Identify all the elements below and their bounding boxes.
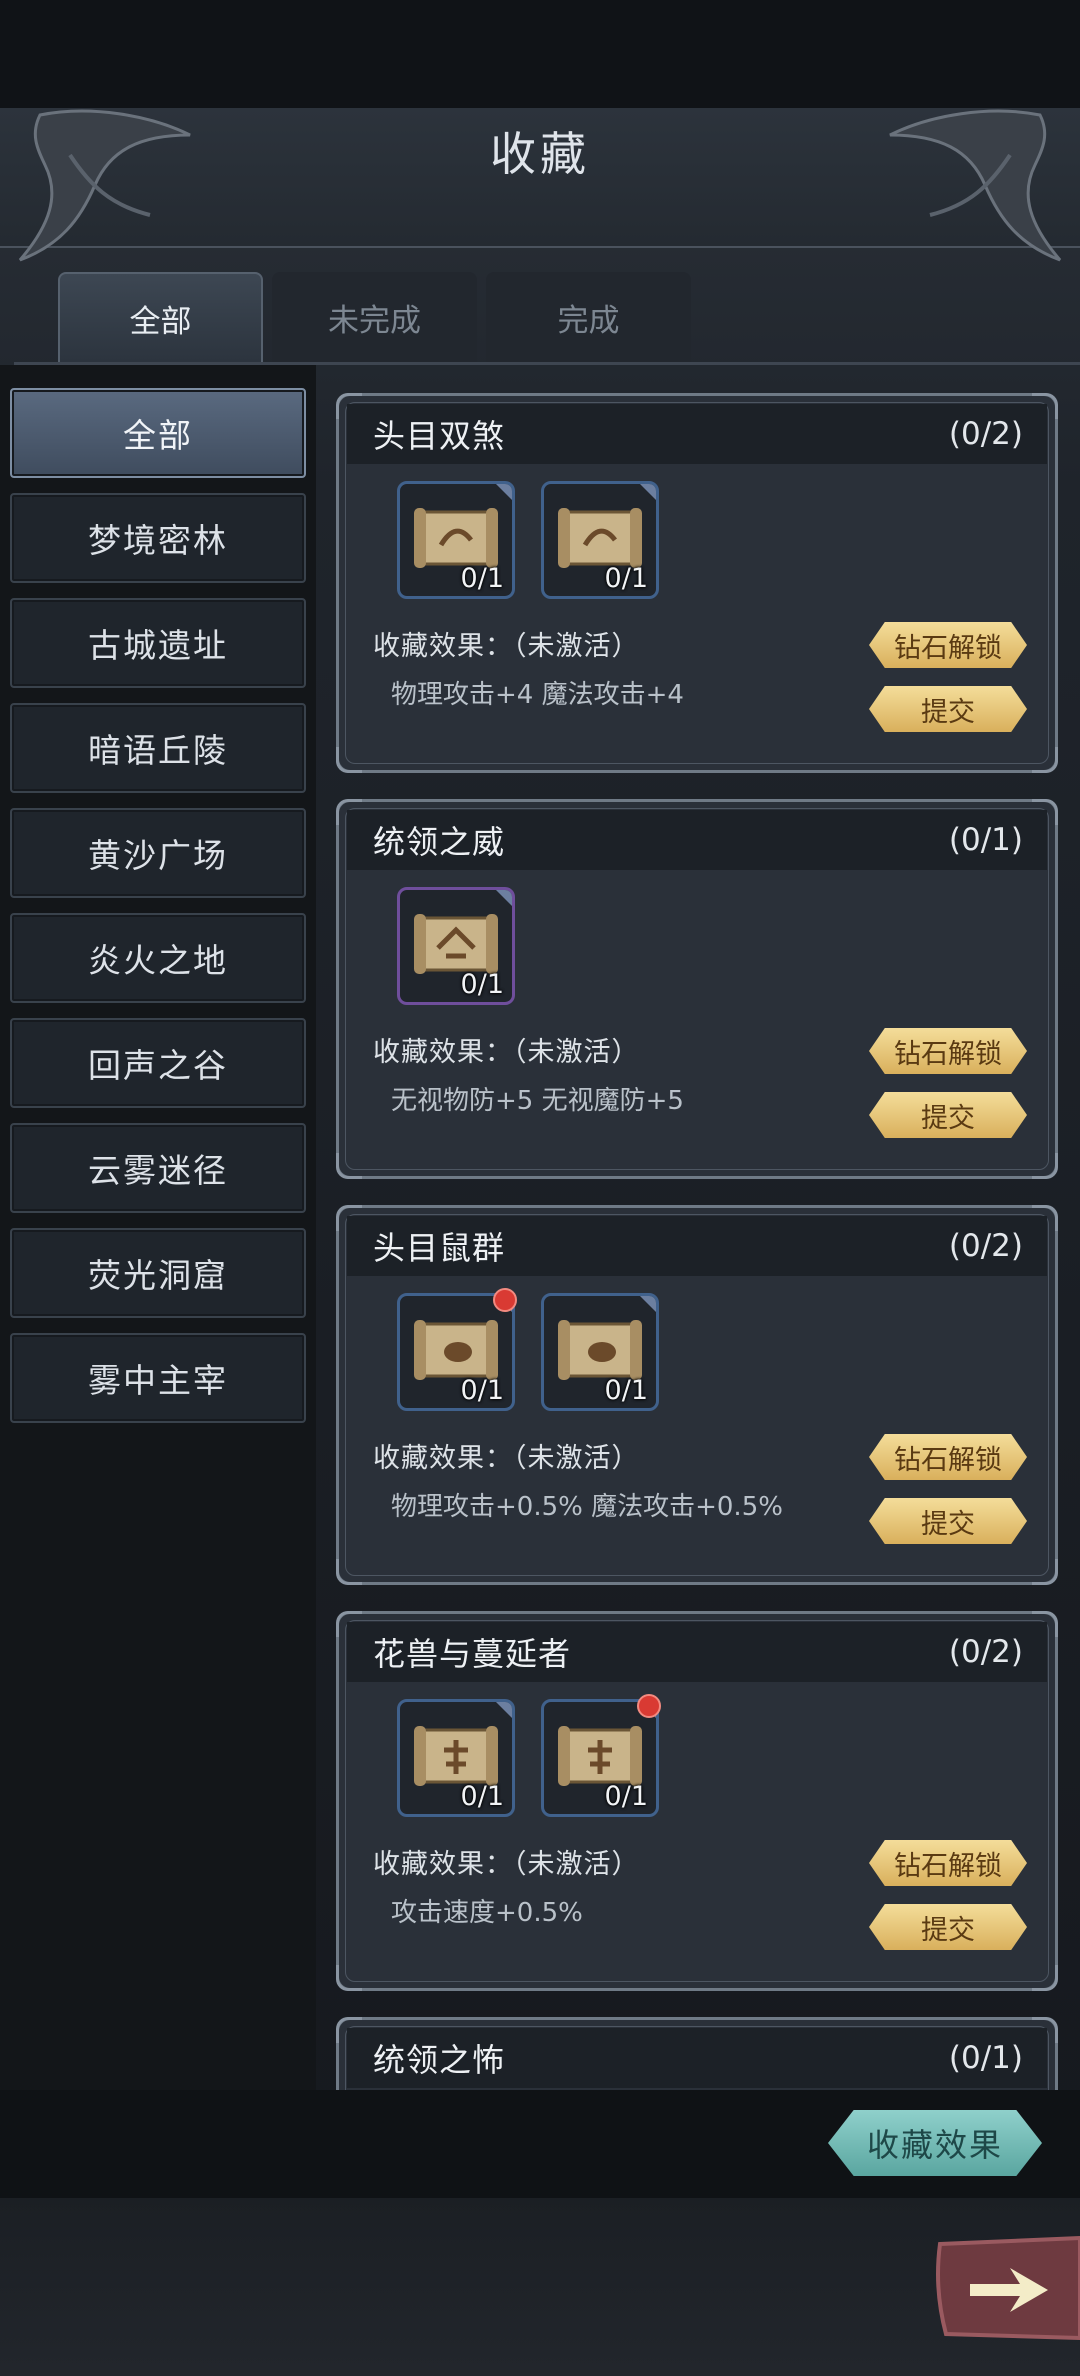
effect-status: 收藏效果：（未激活）: [373, 1443, 640, 1474]
item-slot[interactable]: 0/1: [541, 481, 659, 599]
item-count: 0/1: [460, 1375, 504, 1406]
tab-all[interactable]: 全部: [58, 272, 263, 362]
button-label: 提交: [921, 1914, 975, 1946]
button-label: 提交: [921, 696, 975, 728]
card-title: 花兽与蔓延者: [373, 1635, 572, 1673]
card-header: 头目双煞 (0/2): [347, 404, 1047, 464]
effect-status: 收藏效果：（未激活）: [373, 1849, 640, 1880]
sidebar-item-all[interactable]: 全部: [10, 388, 306, 478]
submit-button[interactable]: 提交: [869, 1092, 1027, 1138]
submit-button[interactable]: 提交: [869, 1904, 1027, 1950]
diamond-unlock-button[interactable]: 钻石解锁: [869, 622, 1027, 668]
item-slot[interactable]: 0/1: [397, 1293, 515, 1411]
sidebar-item-flame-land[interactable]: 炎火之地: [10, 913, 306, 1003]
button-label: 钻石解锁: [894, 1038, 1002, 1070]
item-count: 0/1: [460, 563, 504, 594]
item-count: 0/1: [604, 1375, 648, 1406]
item-slot[interactable]: 0/1: [397, 887, 515, 1005]
tab-incomplete[interactable]: 未完成: [272, 272, 477, 362]
item-count: 0/1: [604, 1781, 648, 1812]
sidebar-item-fog-lord[interactable]: 雾中主宰: [10, 1333, 306, 1423]
arrow-right-icon[interactable]: [930, 2234, 1080, 2344]
submit-button[interactable]: 提交: [869, 1498, 1027, 1544]
card-progress: (0/2): [948, 1228, 1023, 1264]
page-title: 收藏: [490, 127, 590, 181]
collection-card: 花兽与蔓延者 (0/2) 0/1 0/1 收藏效果：（未激活） 攻击速度+0.5…: [336, 1611, 1058, 1991]
sidebar-item-mist-path[interactable]: 云雾迷径: [10, 1123, 306, 1213]
button-label: 钻石解锁: [894, 632, 1002, 664]
card-header: 头目鼠群 (0/2): [347, 1216, 1047, 1276]
sidebar-item-glow-cave[interactable]: 荧光洞窟: [10, 1228, 306, 1318]
sidebar-item-whisper-hills[interactable]: 暗语丘陵: [10, 703, 306, 793]
item-slot[interactable]: 0/1: [541, 1699, 659, 1817]
effect-status: 收藏效果：（未激活）: [373, 1037, 640, 1068]
card-progress: (0/2): [948, 1634, 1023, 1670]
card-progress: (0/1): [948, 822, 1023, 858]
item-count: 0/1: [604, 563, 648, 594]
card-progress: (0/2): [948, 416, 1023, 452]
collection-effect-button[interactable]: 收藏效果: [828, 2110, 1042, 2176]
notification-dot: [493, 1288, 517, 1312]
card-title: 头目鼠群: [373, 1229, 506, 1267]
collection-card: 头目双煞 (0/2) 0/1 0/1 收藏效果：（未激活） 物理攻击+4 魔法攻…: [336, 393, 1058, 773]
submit-button[interactable]: 提交: [869, 686, 1027, 732]
card-header: 统领之威 (0/1): [347, 810, 1047, 870]
item-count: 0/1: [460, 1781, 504, 1812]
diamond-unlock-button[interactable]: 钻石解锁: [869, 1840, 1027, 1886]
sidebar-item-sand-plaza[interactable]: 黄沙广场: [10, 808, 306, 898]
collection-card: 头目鼠群 (0/2) 0/1 0/1 收藏效果：（未激活） 物理攻击+0.5% …: [336, 1205, 1058, 1585]
effect-stats: 物理攻击+4 魔法攻击+4: [391, 680, 684, 710]
status-area: [0, 0, 1080, 108]
item-slot[interactable]: 0/1: [397, 1699, 515, 1817]
card-title: 统领之怖: [373, 2041, 506, 2079]
button-label: 提交: [921, 1508, 975, 1540]
item-slot[interactable]: 0/1: [541, 1293, 659, 1411]
effect-stats: 物理攻击+0.5% 魔法攻击+0.5%: [391, 1492, 783, 1522]
sidebar-item-ancient-ruins[interactable]: 古城遗址: [10, 598, 306, 688]
item-slot[interactable]: 0/1: [397, 481, 515, 599]
effect-status: 收藏效果：（未激活）: [373, 631, 640, 662]
effect-stats: 无视物防+5 无视魔防+5: [391, 1086, 684, 1116]
effect-stats: 攻击速度+0.5%: [391, 1898, 583, 1928]
card-title: 头目双煞: [373, 417, 506, 455]
collection-card: 统领之威 (0/1) 0/1 收藏效果：（未激活） 无视物防+5 无视魔防+5 …: [336, 799, 1058, 1179]
collection-list[interactable]: 头目双煞 (0/2) 0/1 0/1 收藏效果：（未激活） 物理攻击+4 魔法攻…: [336, 388, 1058, 2090]
tab-complete[interactable]: 完成: [486, 272, 691, 362]
diamond-unlock-button[interactable]: 钻石解锁: [869, 1434, 1027, 1480]
card-header: 统领之怖 (0/1): [347, 2028, 1047, 2088]
button-label: 提交: [921, 1102, 975, 1134]
diamond-unlock-button[interactable]: 钻石解锁: [869, 1028, 1027, 1074]
collection-card: 统领之怖 (0/1): [336, 2017, 1058, 2090]
card-header: 花兽与蔓延者 (0/2): [347, 1622, 1047, 1682]
footer-area: [0, 2198, 1080, 2376]
sidebar-item-echo-valley[interactable]: 回声之谷: [10, 1018, 306, 1108]
button-label: 钻石解锁: [894, 1850, 1002, 1882]
sidebar-item-dream-forest[interactable]: 梦境密林: [10, 493, 306, 583]
card-progress: (0/1): [948, 2040, 1023, 2076]
notification-dot: [637, 1694, 661, 1718]
button-label: 钻石解锁: [894, 1444, 1002, 1476]
item-count: 0/1: [460, 969, 504, 1000]
card-title: 统领之威: [373, 823, 506, 861]
